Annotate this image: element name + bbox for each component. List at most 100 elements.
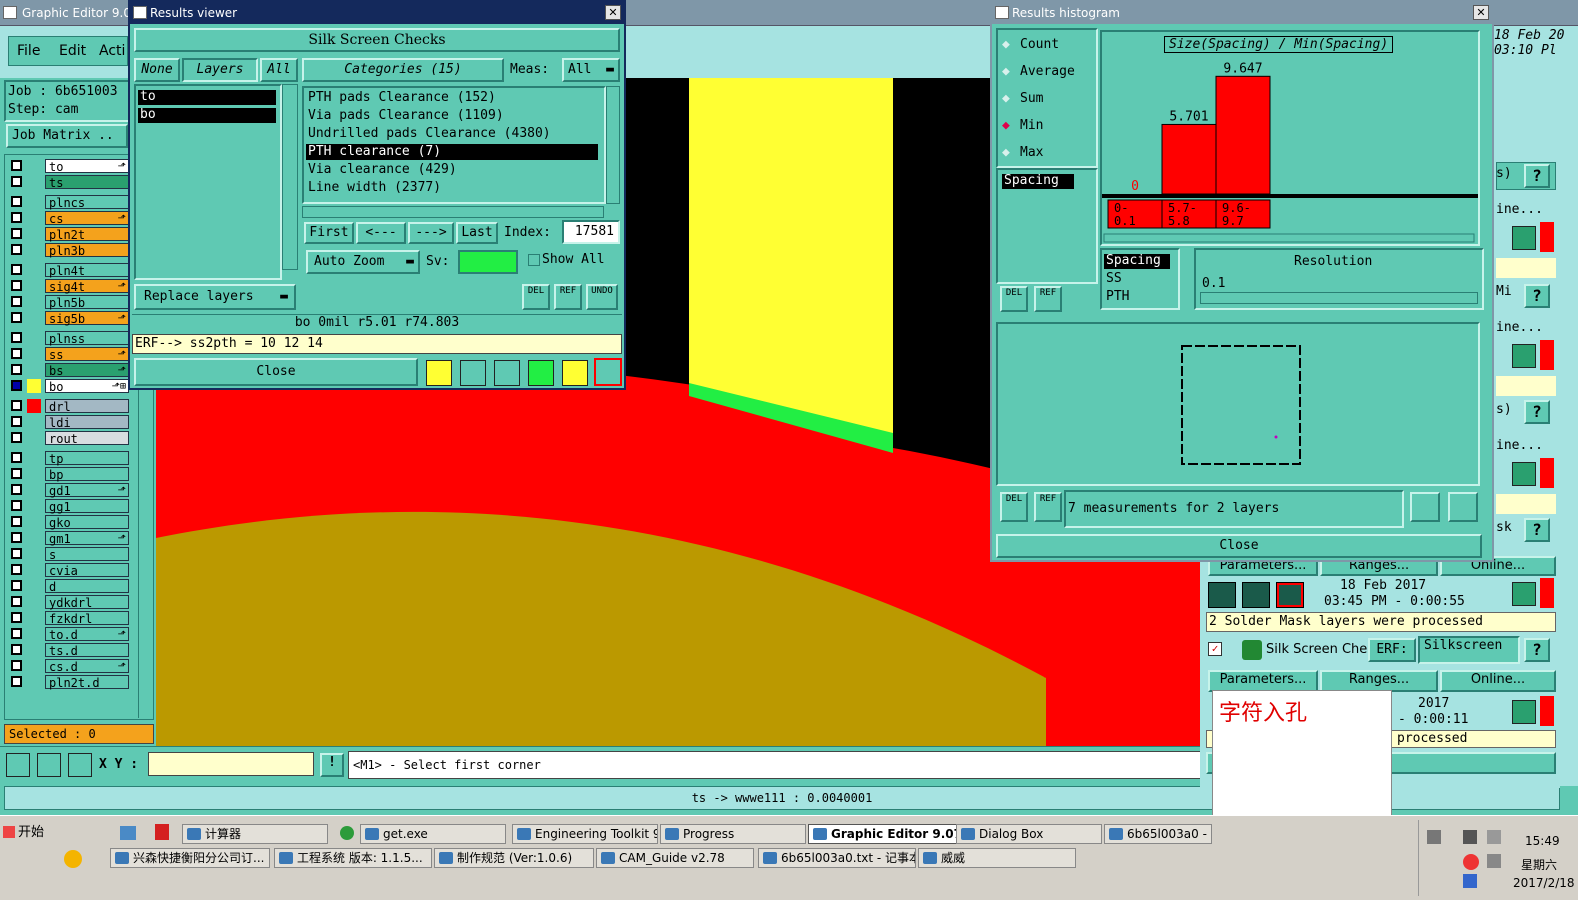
tray-icon-2[interactable]	[1463, 830, 1477, 844]
layer-checkbox[interactable]	[11, 660, 22, 671]
layer-row-pln4t[interactable]: pln4t	[45, 263, 129, 278]
layer-row-ts[interactable]: ts	[45, 175, 129, 190]
layer-checkbox[interactable]	[11, 416, 22, 427]
alert-icon[interactable]: !	[320, 753, 344, 777]
prev-button[interactable]: <---	[356, 222, 406, 244]
ie-icon[interactable]	[340, 826, 354, 840]
layer-checkbox[interactable]	[11, 380, 22, 391]
silk-check-checkbox[interactable]: ✓	[1208, 642, 1222, 656]
zoom-icon-2[interactable]	[1512, 344, 1536, 368]
category-item[interactable]: Via pads Clearance (1109)	[306, 108, 598, 124]
help-button-4[interactable]: ?	[1524, 518, 1550, 542]
shape-icon[interactable]	[426, 360, 452, 386]
run-icon-1[interactable]	[1208, 582, 1236, 608]
show-all-checkbox[interactable]	[528, 254, 540, 266]
job-matrix-button[interactable]: Job Matrix ..	[6, 124, 128, 148]
stat-option-max[interactable]: ◆ Max	[1002, 144, 1043, 162]
report-icon[interactable]	[528, 360, 554, 386]
layer-checkbox[interactable]	[11, 432, 22, 443]
menu-file[interactable]: File	[17, 43, 40, 59]
layer-checkbox[interactable]	[11, 312, 22, 323]
taskbar-button[interactable]: 计算器	[182, 824, 328, 844]
results-viewer-close-button[interactable]: Close	[134, 358, 418, 386]
pdf-icon[interactable]	[155, 824, 169, 840]
layer-checkbox[interactable]	[11, 228, 22, 239]
layer-row-plnss[interactable]: plnss	[45, 331, 129, 346]
layer-checkbox[interactable]	[11, 500, 22, 511]
category-item[interactable]: Via clearance (429)	[306, 162, 598, 178]
category-item[interactable]: PTH clearance (7)	[306, 144, 598, 160]
stat-option-count[interactable]: ◆ Count	[1002, 36, 1059, 54]
ranges-button-2[interactable]: Ranges...	[1320, 670, 1438, 692]
list-b-pth[interactable]: PTH	[1104, 290, 1129, 304]
layer-row-gd1[interactable]: gd1 ⬏	[45, 483, 129, 498]
layer-row-bp[interactable]: bp	[45, 467, 129, 482]
help-button-2[interactable]: ?	[1524, 284, 1550, 308]
layer-row-gg1[interactable]: gg1	[45, 499, 129, 514]
menu-edit[interactable]: Edit	[59, 43, 86, 59]
layer-checkbox[interactable]	[11, 176, 22, 187]
layer-checkbox[interactable]	[11, 348, 22, 359]
layer-row-sig4t[interactable]: sig4t ⬏	[45, 279, 129, 294]
layer-checkbox[interactable]	[11, 296, 22, 307]
last-button[interactable]: Last	[456, 222, 498, 244]
help-button-5[interactable]: ?	[1524, 638, 1550, 662]
sv-color-dropdown[interactable]	[458, 250, 518, 274]
layer-row-cs[interactable]: cs ⬏	[45, 211, 129, 226]
taskbar-button[interactable]: 工程系统 版本: 1.1.5...	[274, 848, 432, 868]
layer-row-to-d[interactable]: to.d ⬏	[45, 627, 129, 642]
layer-row-ydkdrl[interactable]: ydkdrl	[45, 595, 129, 610]
layer-checkbox[interactable]	[11, 452, 22, 463]
taskbar-button[interactable]: 6b65l003a0 - main	[1104, 824, 1212, 844]
layer-row-fzkdrl[interactable]: fzkdrl	[45, 611, 129, 626]
layer-checkbox[interactable]	[11, 212, 22, 223]
meas-dropdown[interactable]: All ▬	[562, 58, 620, 82]
layer-checkbox[interactable]	[11, 244, 22, 255]
hist-del-icon-2[interactable]: DEL	[1000, 492, 1028, 522]
taskbar-button[interactable]: 威威	[918, 848, 1076, 868]
none-button[interactable]: None	[134, 58, 180, 82]
auto-zoom-dropdown[interactable]: Auto Zoom ▬	[306, 250, 420, 274]
category-item[interactable]: PTH pads Clearance (152)	[306, 90, 598, 106]
histogram-close-button[interactable]: Close	[996, 534, 1482, 558]
hist-ref-icon-2[interactable]: REF	[1034, 492, 1062, 522]
first-button[interactable]: First	[304, 222, 354, 244]
layer-row-cs-d[interactable]: cs.d ⬏	[45, 659, 129, 674]
select-tool-icon[interactable]	[6, 753, 30, 777]
erf-value[interactable]: Silkscreen	[1418, 636, 1520, 664]
resolution-slider[interactable]	[1200, 292, 1478, 304]
start-button[interactable]: 开始	[0, 822, 52, 844]
layer-checkbox[interactable]	[11, 676, 22, 687]
ref-cross-icon[interactable]	[494, 360, 520, 386]
layer-item-bo[interactable]: bo	[138, 108, 276, 123]
layer-item-to[interactable]: to	[138, 90, 276, 105]
taskbar-button[interactable]: Engineering Toolkit 9....	[512, 824, 658, 844]
hist-del-icon-1[interactable]: DEL	[1000, 286, 1028, 312]
layer-row-gko[interactable]: gko	[45, 515, 129, 530]
parameters-button-2[interactable]: Parameters...	[1208, 670, 1318, 692]
layer-row-plncs[interactable]: plncs	[45, 195, 129, 210]
results-viewer-close-icon[interactable]: ✕	[605, 5, 621, 20]
layer-checkbox[interactable]	[11, 548, 22, 559]
layer-checkbox[interactable]	[11, 596, 22, 607]
grid-tool-icon[interactable]	[68, 753, 92, 777]
ref-icon[interactable]: REF	[554, 284, 582, 310]
zoom-icon-4[interactable]	[1512, 582, 1536, 606]
layer-checkbox[interactable]	[11, 580, 22, 591]
doc-icon[interactable]	[562, 360, 588, 386]
measure-tool-icon[interactable]	[37, 753, 61, 777]
layer-row-pln5b[interactable]: pln5b	[45, 295, 129, 310]
layer-checkbox[interactable]	[11, 400, 22, 411]
layer-checkbox[interactable]	[11, 628, 22, 639]
layer-row-cvia[interactable]: cvia	[45, 563, 129, 578]
all-button[interactable]: All	[260, 58, 298, 82]
layer-checkbox[interactable]	[11, 196, 22, 207]
xy-input[interactable]	[148, 752, 314, 776]
layer-row-pln2t-d[interactable]: pln2t.d	[45, 675, 129, 690]
taskbar-button[interactable]: 6b65l003a0.txt - 记事本	[758, 848, 916, 868]
del-icon[interactable]: DEL	[522, 284, 550, 310]
layer-row-s[interactable]: s	[45, 547, 129, 562]
layer-row-d[interactable]: d	[45, 579, 129, 594]
taskbar-button[interactable]: 制作规范 (Ver:1.0.6)	[434, 848, 594, 868]
layer-row-ldi[interactable]: ldi	[45, 415, 129, 430]
